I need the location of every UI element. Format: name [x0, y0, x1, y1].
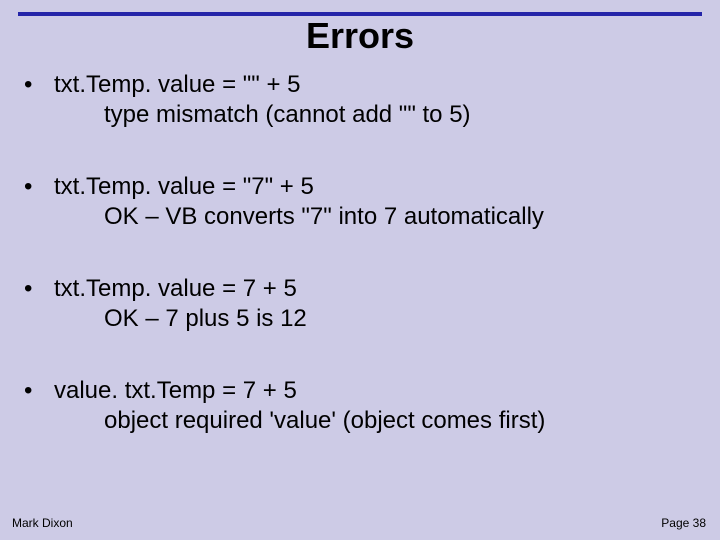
bullet-item: • txt.Temp. value = "7" + 5 OK – VB conv… — [24, 172, 696, 232]
bullet-code: value. txt.Temp = 7 + 5 — [54, 376, 297, 406]
bullet-note: OK – 7 plus 5 is 12 — [104, 304, 696, 334]
bullet-icon: • — [24, 70, 54, 100]
bullet-code: txt.Temp. value = "7" + 5 — [54, 172, 314, 202]
bullet-item: • value. txt.Temp = 7 + 5 object require… — [24, 376, 696, 436]
slide-title: Errors — [0, 16, 720, 56]
bullet-item: • txt.Temp. value = 7 + 5 OK – 7 plus 5 … — [24, 274, 696, 334]
bullet-code: txt.Temp. value = "" + 5 — [54, 70, 301, 100]
slide-body: • txt.Temp. value = "" + 5 type mismatch… — [24, 70, 696, 436]
bullet-note: type mismatch (cannot add "" to 5) — [104, 100, 696, 130]
bullet-icon: • — [24, 376, 54, 406]
bullet-code: txt.Temp. value = 7 + 5 — [54, 274, 297, 304]
bullet-note: object required 'value' (object comes fi… — [104, 406, 696, 436]
slide: Errors • txt.Temp. value = "" + 5 type m… — [0, 0, 720, 540]
bullet-note: OK – VB converts "7" into 7 automaticall… — [104, 202, 696, 232]
bullet-item: • txt.Temp. value = "" + 5 type mismatch… — [24, 70, 696, 130]
bullet-icon: • — [24, 274, 54, 304]
bullet-icon: • — [24, 172, 54, 202]
footer-page: Page 38 — [661, 516, 706, 530]
footer-author: Mark Dixon — [12, 516, 73, 530]
